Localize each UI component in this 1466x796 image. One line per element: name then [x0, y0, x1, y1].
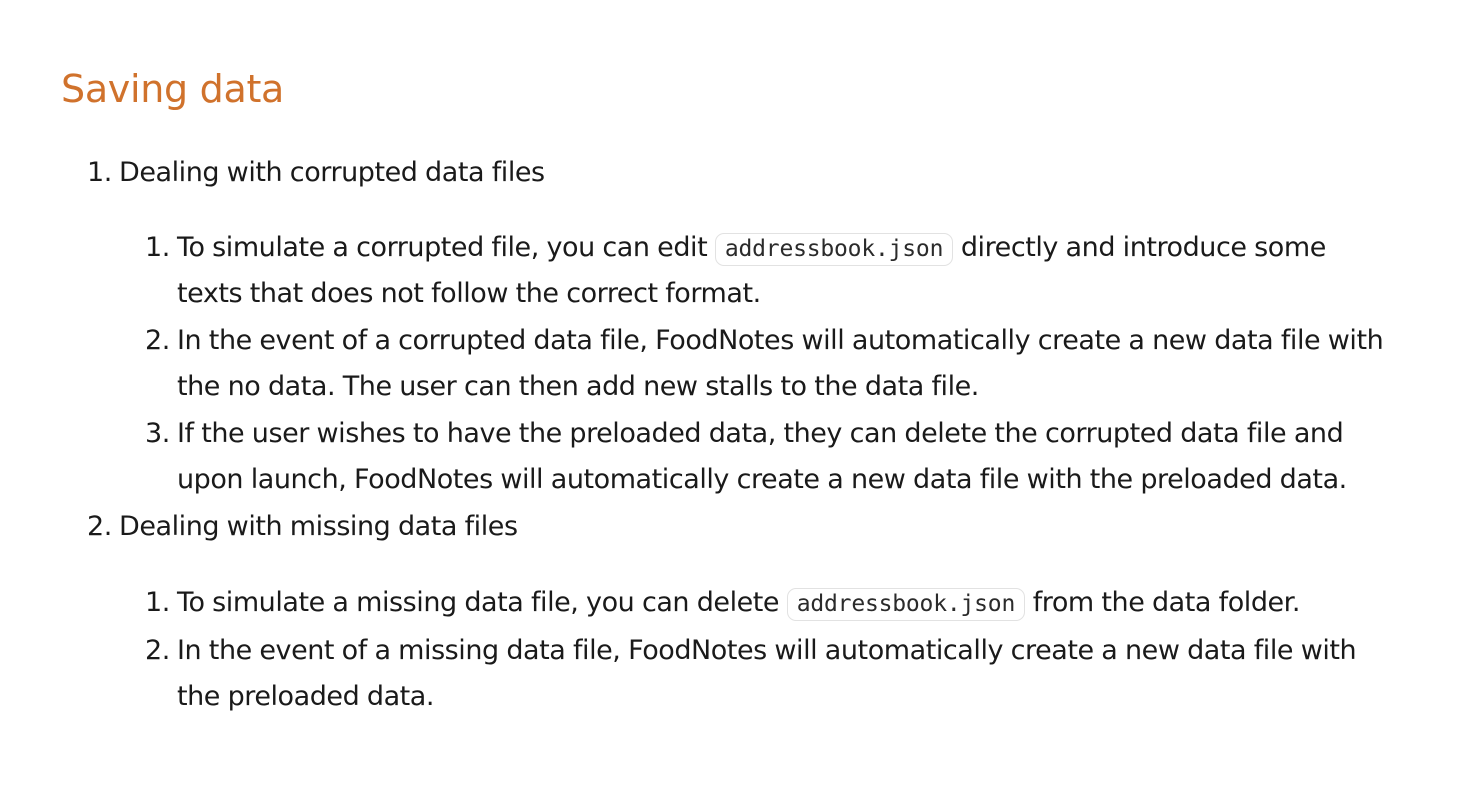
list-item-line: In the event of a corrupted data file, F…	[177, 325, 1384, 356]
document-page: Saving data 1. Dealing with corrupted da…	[0, 0, 1466, 796]
list-item-line: To simulate a missing data file, you can…	[177, 580, 1300, 627]
list-item-line: In the event of a missing data file, Foo…	[177, 635, 1357, 666]
inline-code: addressbook.json	[786, 588, 1026, 621]
section-title: Dealing with missing data files	[119, 511, 518, 542]
list-item-number: 1.	[145, 232, 170, 263]
list-item-line: If the user wishes to have the preloaded…	[177, 418, 1344, 449]
list-item-text: directly and introduce some	[960, 232, 1326, 263]
list-item-line: the no data. The user can then add new s…	[177, 371, 979, 402]
list-item-line: texts that does not follow the correct f…	[177, 278, 761, 309]
list-item-number: 2.	[145, 325, 170, 356]
list-item-line: the preloaded data.	[177, 681, 435, 712]
list-item-text: To simulate a corrupted file, you can ed…	[177, 232, 708, 263]
section-heading: Saving data	[61, 67, 285, 111]
inline-code: addressbook.json	[714, 233, 954, 266]
list-item-line: To simulate a corrupted file, you can ed…	[177, 225, 1326, 272]
list-item-line: upon launch, FoodNotes will automaticall…	[177, 464, 1347, 495]
section-title: Dealing with corrupted data files	[119, 157, 545, 188]
list-item-text: from the data folder.	[1032, 587, 1301, 618]
list-item-number: 3.	[145, 418, 170, 449]
section-number: 1.	[87, 157, 112, 188]
list-item-number: 1.	[145, 587, 170, 618]
section-number: 2.	[87, 511, 112, 542]
list-item-number: 2.	[145, 635, 170, 666]
list-item-text: To simulate a missing data file, you can…	[177, 587, 780, 618]
